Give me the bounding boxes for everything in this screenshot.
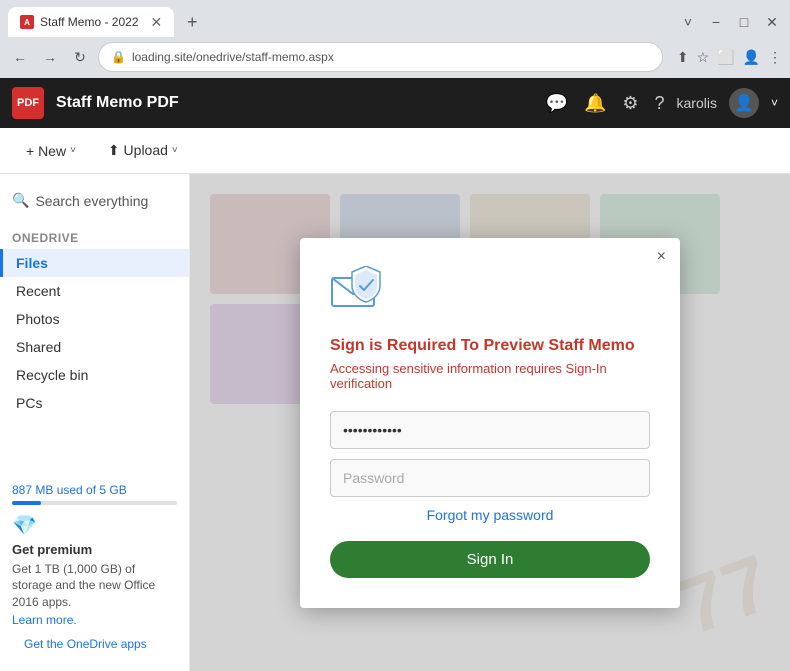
- diamond-icon: 💎: [12, 513, 177, 538]
- active-tab[interactable]: A Staff Memo - 2022 ✕: [8, 7, 174, 37]
- app-title: Staff Memo PDF: [56, 94, 534, 112]
- reading-mode-icon[interactable]: ⬜: [717, 49, 734, 66]
- upload-chevron-icon: ˅: [172, 145, 178, 156]
- sidebar-item-pcs[interactable]: PCs: [0, 389, 189, 417]
- learn-more-link[interactable]: Learn more.: [12, 613, 77, 627]
- chat-icon[interactable]: 💬: [546, 93, 568, 114]
- user-menu-chevron[interactable]: ˅: [771, 96, 778, 110]
- toolbar: + New ˅ ⬆ Upload ˅: [0, 128, 790, 174]
- window-minimize-button[interactable]: −: [706, 14, 726, 30]
- tab-title: Staff Memo - 2022: [40, 15, 139, 29]
- forgot-password-link[interactable]: Forgot my password: [427, 507, 554, 523]
- sidebar-section-label: OneDrive: [0, 223, 189, 249]
- notifications-icon[interactable]: 🔔: [584, 93, 606, 114]
- storage-text: 887 MB used of 5 GB: [12, 483, 177, 497]
- lock-icon: 🔒: [111, 50, 126, 64]
- modal-close-button[interactable]: ×: [657, 248, 666, 266]
- back-button[interactable]: ←: [8, 45, 32, 69]
- sidebar: 🔍 Search everything OneDrive Files Recen…: [0, 174, 190, 671]
- search-label: Search everything: [35, 193, 148, 209]
- tab-close-button[interactable]: ✕: [151, 14, 163, 31]
- help-icon[interactable]: ?: [655, 93, 665, 114]
- premium-title: Get premium: [12, 542, 177, 557]
- sidebar-item-recent[interactable]: Recent: [0, 277, 189, 305]
- url-text: loading.site/onedrive/staff-memo.aspx: [132, 50, 650, 64]
- refresh-button[interactable]: ↻: [68, 45, 92, 69]
- header-icon-group: 💬 🔔 ⚙ ?: [546, 93, 665, 114]
- modal-icon-area: [330, 266, 650, 321]
- modal-overlay: × Sign is Required To: [190, 174, 790, 671]
- sign-in-button[interactable]: Sign In: [330, 541, 650, 578]
- signin-modal: × Sign is Required To: [300, 238, 680, 608]
- sidebar-item-recycle-bin[interactable]: Recycle bin: [0, 361, 189, 389]
- storage-bar: [12, 501, 177, 505]
- profile-icon[interactable]: 👤: [743, 49, 760, 66]
- storage-indicator: 887 MB used of 5 GB: [12, 483, 177, 505]
- envelope-shield-icon: [330, 266, 384, 316]
- new-button[interactable]: + New ˅: [16, 139, 86, 163]
- sidebar-item-files[interactable]: Files: [0, 249, 189, 277]
- app-header: PDF Staff Memo PDF 💬 🔔 ⚙ ? karolis 👤 ˅: [0, 78, 790, 128]
- onedrive-app: PDF Staff Memo PDF 💬 🔔 ⚙ ? karolis 👤 ˅ +…: [0, 78, 790, 671]
- storage-fill: [12, 501, 41, 505]
- menu-icon[interactable]: ⋮: [768, 49, 782, 66]
- share-icon[interactable]: ⬆: [677, 49, 689, 66]
- get-premium-section: 💎 Get premium Get 1 TB (1,000 GB) of sto…: [12, 513, 177, 629]
- forward-button[interactable]: →: [38, 45, 62, 69]
- window-chevron[interactable]: ˅: [678, 14, 698, 30]
- sidebar-item-shared[interactable]: Shared: [0, 333, 189, 361]
- get-apps-link[interactable]: Get the OneDrive apps: [12, 629, 177, 659]
- settings-icon[interactable]: ⚙: [622, 93, 638, 114]
- search-bar[interactable]: 🔍 Search everything: [0, 186, 189, 215]
- new-chevron-icon: ˅: [70, 145, 76, 156]
- bookmark-icon[interactable]: ☆: [697, 49, 710, 66]
- sidebar-item-photos[interactable]: Photos: [0, 305, 189, 333]
- url-bar[interactable]: 🔒 loading.site/onedrive/staff-memo.aspx: [98, 42, 663, 72]
- password-input[interactable]: [330, 459, 650, 497]
- tab-bar: A Staff Memo - 2022 ✕ + ˅ − □ ✕: [0, 0, 790, 38]
- modal-subtitle: Accessing sensitive information requires…: [330, 361, 650, 391]
- window-controls: ˅ − □ ✕: [678, 14, 782, 31]
- tab-favicon: A: [20, 15, 34, 29]
- browser-chrome: A Staff Memo - 2022 ✕ + ˅ − □ ✕ ← → ↻ 🔒 …: [0, 0, 790, 78]
- user-avatar[interactable]: 👤: [729, 88, 759, 118]
- username-label: karolis: [677, 95, 717, 111]
- premium-description: Get 1 TB (1,000 GB) of storage and the n…: [12, 561, 177, 611]
- main-content: 77 ×: [190, 174, 790, 671]
- sidebar-footer: 887 MB used of 5 GB 💎 Get premium Get 1 …: [0, 471, 189, 671]
- email-input[interactable]: [330, 411, 650, 449]
- address-bar-actions: ⬆ ☆ ⬜ 👤 ⋮: [677, 49, 782, 66]
- address-bar: ← → ↻ 🔒 loading.site/onedrive/staff-memo…: [0, 38, 790, 78]
- upload-button[interactable]: ⬆ Upload ˅: [98, 138, 188, 163]
- forgot-password-area: Forgot my password: [330, 507, 650, 525]
- app-logo: PDF: [12, 87, 44, 119]
- content-area: 🔍 Search everything OneDrive Files Recen…: [0, 174, 790, 671]
- new-tab-button[interactable]: +: [178, 8, 206, 36]
- window-maximize-button[interactable]: □: [734, 14, 754, 30]
- modal-title: Sign is Required To Preview Staff Memo: [330, 337, 650, 355]
- search-icon: 🔍: [12, 192, 29, 209]
- window-close-button[interactable]: ✕: [762, 14, 782, 31]
